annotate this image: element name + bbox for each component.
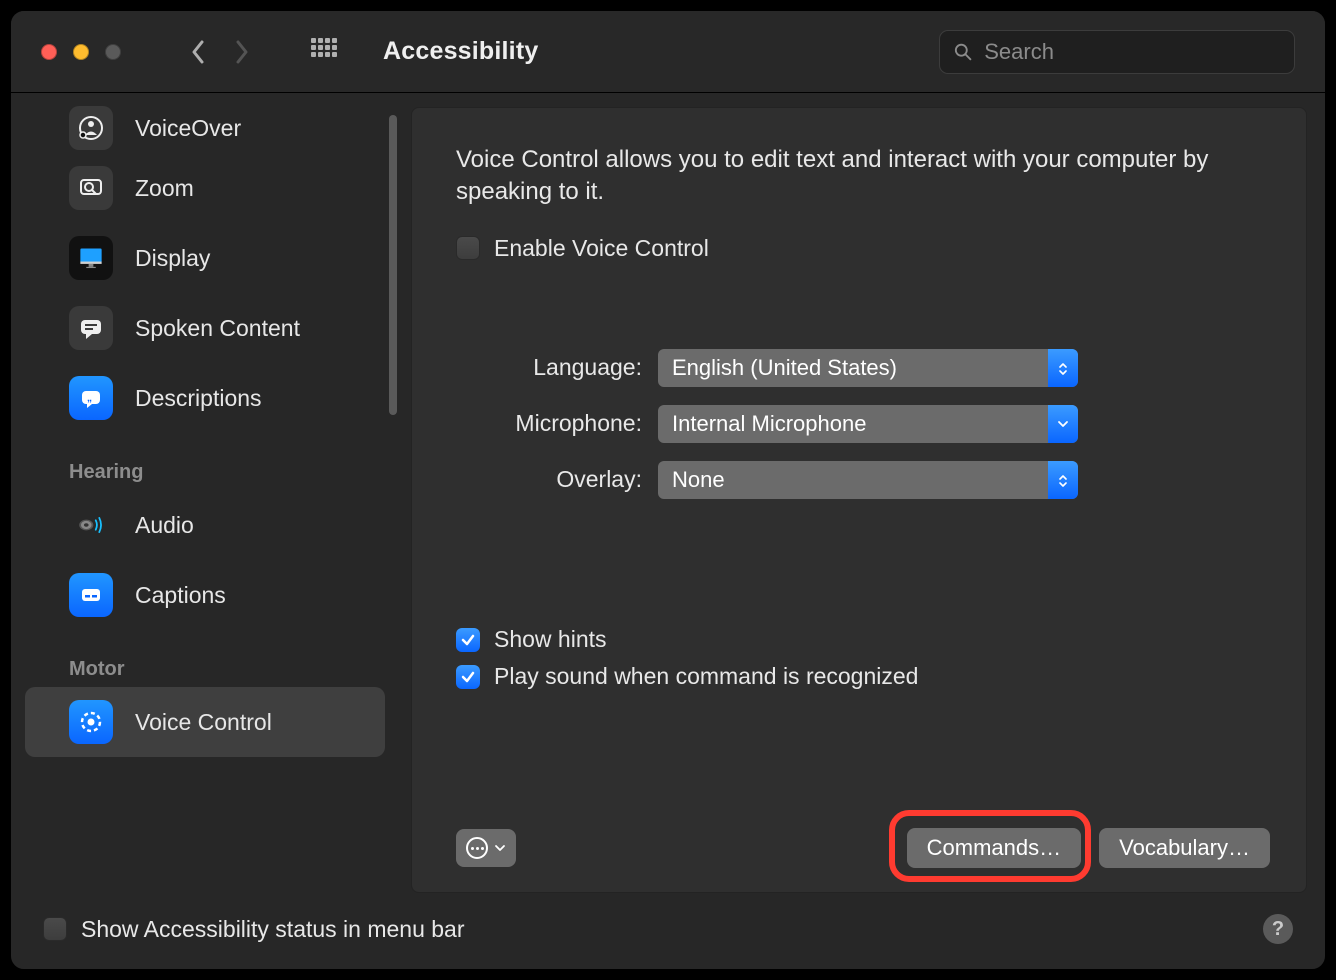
overlay-value: None — [672, 467, 725, 493]
captions-icon — [69, 573, 113, 617]
sidebar-scrollbar[interactable] — [389, 115, 397, 415]
zoom-icon — [69, 166, 113, 210]
more-actions-button[interactable] — [456, 829, 516, 867]
sidebar-item-label: Captions — [135, 582, 226, 609]
sidebar-item-spoken-content[interactable]: Spoken Content — [25, 293, 385, 363]
search-icon — [954, 42, 972, 62]
language-label: Language: — [456, 354, 642, 381]
chevron-down-icon — [1048, 405, 1078, 443]
language-row: Language: English (United States) — [456, 340, 1270, 396]
voice-control-icon — [69, 700, 113, 744]
vocabulary-button[interactable]: Vocabulary… — [1099, 828, 1270, 868]
voice-control-panel: Voice Control allows you to edit text an… — [411, 107, 1307, 893]
chevron-down-icon — [494, 844, 506, 852]
show-status-checkbox[interactable] — [43, 917, 67, 941]
overlay-row: Overlay: None — [456, 452, 1270, 508]
enable-voice-control-checkbox[interactable] — [456, 236, 480, 260]
sidebar-item-captions[interactable]: Captions — [25, 560, 385, 630]
preferences-window: Accessibility VoiceOver — [10, 10, 1326, 970]
overlay-select[interactable]: None — [658, 461, 1078, 499]
forward-button[interactable] — [233, 39, 251, 65]
panel-bottom-row: Commands… Vocabulary… — [456, 828, 1270, 868]
window-controls — [41, 44, 121, 60]
spoken-content-icon — [69, 306, 113, 350]
close-window-button[interactable] — [41, 44, 57, 60]
sidebar-category-hearing: Hearing — [25, 433, 411, 490]
sidebar-item-display[interactable]: Display — [25, 223, 385, 293]
sidebar-item-label: Spoken Content — [135, 315, 300, 342]
sidebar-item-descriptions[interactable]: „ Descriptions — [25, 363, 385, 433]
lower-options: Show hints Play sound when command is re… — [456, 616, 918, 690]
play-sound-label: Play sound when command is recognized — [494, 663, 918, 690]
nav-arrows — [189, 39, 251, 65]
voice-control-form: Language: English (United States) Microp… — [456, 340, 1270, 508]
sidebar-item-voice-control[interactable]: Voice Control — [25, 687, 385, 757]
microphone-label: Microphone: — [456, 410, 642, 437]
show-hints-label: Show hints — [494, 626, 607, 653]
sidebar-item-zoom[interactable]: Zoom — [25, 153, 385, 223]
stepper-icon — [1048, 349, 1078, 387]
search-field[interactable] — [939, 30, 1295, 74]
sidebar-item-label: Audio — [135, 512, 194, 539]
language-value: English (United States) — [672, 355, 897, 381]
show-all-preferences-button[interactable] — [311, 38, 339, 66]
show-hints-row: Show hints — [456, 626, 918, 653]
search-input[interactable] — [982, 38, 1280, 66]
audio-icon — [69, 503, 113, 547]
sidebar-list: VoiceOver Zoom Display — [25, 97, 411, 757]
sidebar-category-motor: Motor — [25, 630, 411, 687]
language-select[interactable]: English (United States) — [658, 349, 1078, 387]
main-panel-container: Voice Control allows you to edit text an… — [411, 93, 1325, 901]
minimize-window-button[interactable] — [73, 44, 89, 60]
overlay-label: Overlay: — [456, 466, 642, 493]
zoom-window-button — [105, 44, 121, 60]
sidebar: VoiceOver Zoom Display — [11, 93, 411, 901]
display-icon — [69, 236, 113, 280]
panel-intro: Voice Control allows you to edit text an… — [456, 144, 1270, 209]
voiceover-icon — [69, 106, 113, 150]
footer: Show Accessibility status in menu bar ? — [11, 901, 1325, 957]
chevron-right-icon — [235, 40, 249, 64]
show-hints-checkbox[interactable] — [456, 628, 480, 652]
back-button[interactable] — [189, 39, 207, 65]
sidebar-item-label: VoiceOver — [135, 115, 241, 142]
commands-button[interactable]: Commands… — [907, 828, 1081, 868]
enable-voice-control-label: Enable Voice Control — [494, 235, 709, 262]
sidebar-item-audio[interactable]: Audio — [25, 490, 385, 560]
ellipsis-icon — [466, 837, 488, 859]
content: VoiceOver Zoom Display — [11, 93, 1325, 901]
microphone-row: Microphone: Internal Microphone — [456, 396, 1270, 452]
stepper-icon — [1048, 461, 1078, 499]
sidebar-item-label: Display — [135, 245, 210, 272]
microphone-value: Internal Microphone — [672, 411, 866, 437]
sidebar-item-label: Zoom — [135, 175, 194, 202]
help-button[interactable]: ? — [1263, 914, 1293, 944]
play-sound-checkbox[interactable] — [456, 665, 480, 689]
descriptions-icon: „ — [69, 376, 113, 420]
svg-text:„: „ — [87, 393, 92, 404]
chevron-left-icon — [191, 40, 205, 64]
play-sound-row: Play sound when command is recognized — [456, 663, 918, 690]
toolbar: Accessibility — [11, 11, 1325, 93]
enable-voice-control-row: Enable Voice Control — [456, 235, 1270, 262]
microphone-select[interactable]: Internal Microphone — [658, 405, 1078, 443]
sidebar-item-label: Voice Control — [135, 709, 272, 736]
page-title: Accessibility — [383, 37, 538, 66]
grid-icon — [311, 38, 339, 66]
sidebar-item-voiceover[interactable]: VoiceOver — [25, 103, 385, 153]
show-status-label: Show Accessibility status in menu bar — [81, 916, 465, 943]
sidebar-item-label: Descriptions — [135, 385, 262, 412]
